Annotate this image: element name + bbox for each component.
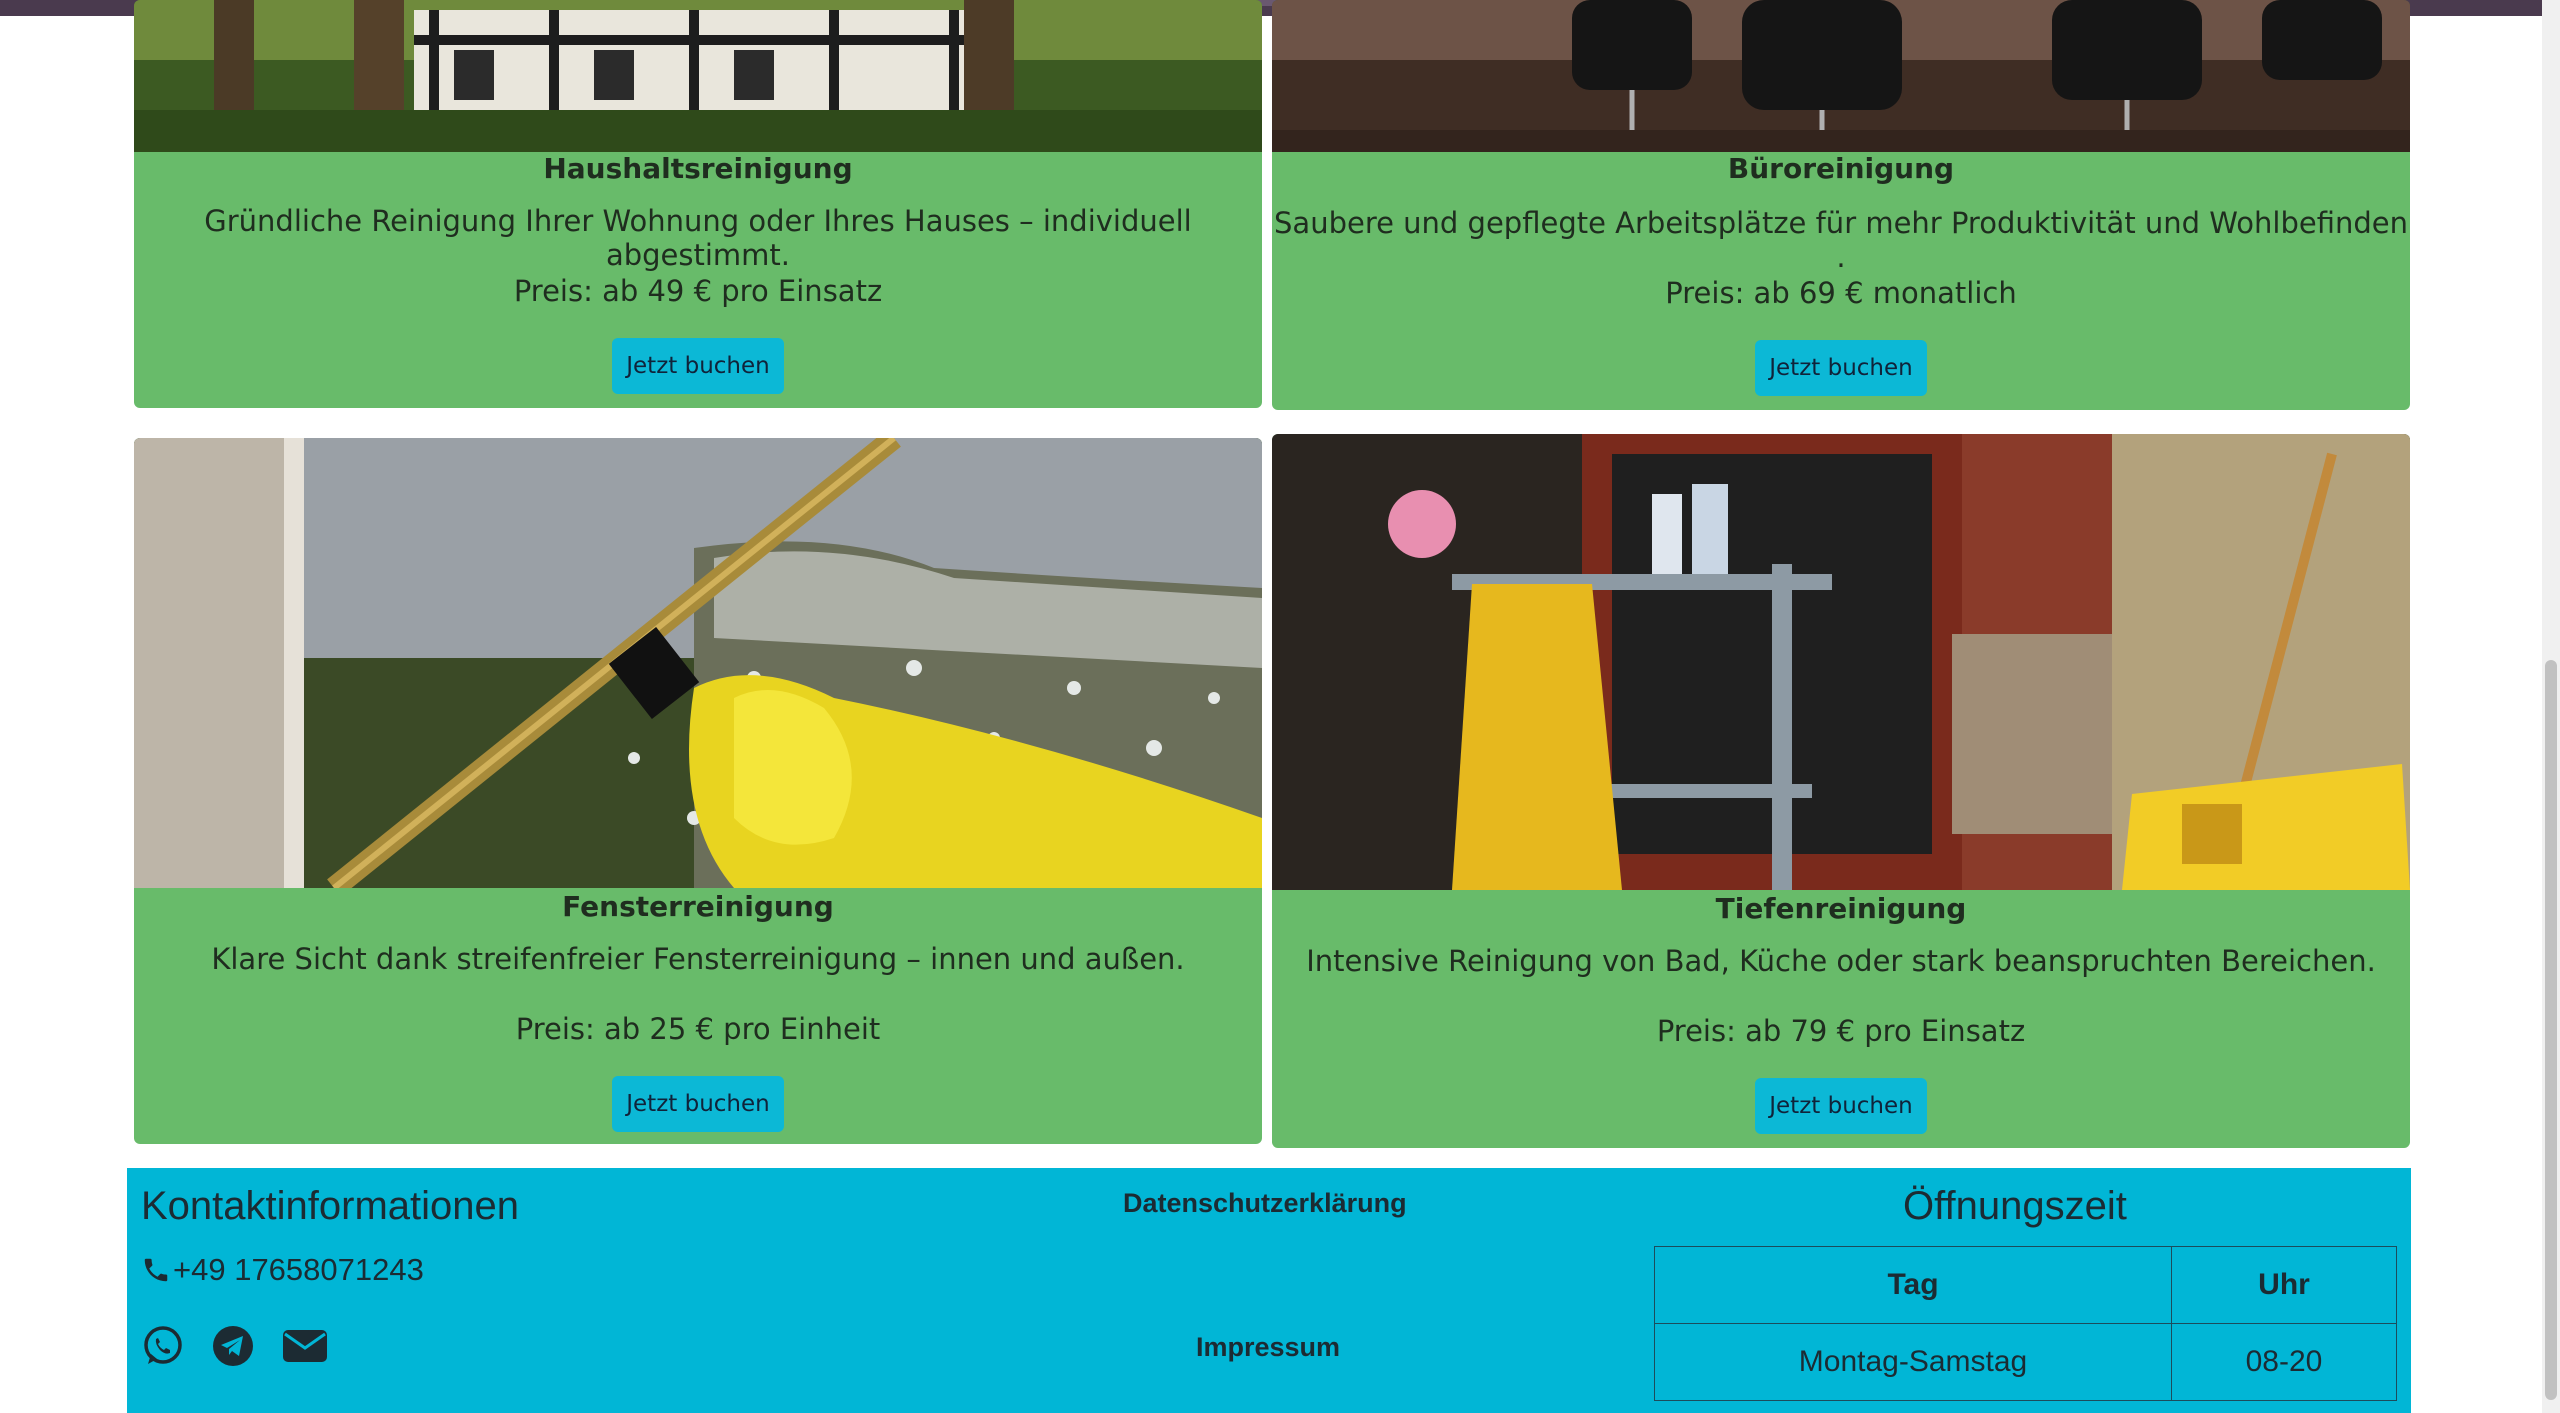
card-price: Preis: ab 25 € pro Einheit (515, 1012, 881, 1046)
cleaning-cart-image (1272, 434, 2410, 890)
book-now-button[interactable]: Jetzt buchen (1755, 340, 1927, 396)
telegram-icon[interactable] (211, 1324, 255, 1368)
card-description: Klare Sicht dank streifenfreier Fensterr… (211, 942, 1185, 976)
card-description: Gründliche Reinigung Ihrer Wohnung oder … (204, 204, 1192, 272)
contact-title: Kontaktinformationen (141, 1184, 520, 1228)
card-title: Büroreinigung (1727, 152, 1955, 185)
table-header-day: Tag (1654, 1246, 2172, 1324)
service-card-deep-cleaning: Tiefenreinigung Intensive Reinigung von … (1272, 434, 2410, 1148)
card-price: Preis: ab 79 € pro Einsatz (1656, 1014, 2026, 1048)
opening-hours-table: Tag Uhr Montag-Samstag 08-20 (1654, 1246, 2397, 1401)
email-icon[interactable] (281, 1324, 327, 1368)
service-card-household: Haushaltsreinigung Gründliche Reinigung … (134, 0, 1262, 408)
whatsapp-icon[interactable] (141, 1324, 185, 1368)
imprint-link[interactable]: Impressum (1196, 1332, 1340, 1363)
window-squeegee-image (134, 438, 1262, 888)
card-price: Preis: ab 69 € monatlich (1665, 276, 2017, 310)
card-title: Tiefenreinigung (1715, 892, 1967, 925)
table-row: Montag-Samstag 08-20 (1654, 1323, 2397, 1401)
card-description: Saubere und gepflegte Arbeitsplätze für … (1274, 206, 2408, 274)
table-header-time: Uhr (2171, 1246, 2397, 1324)
book-now-button[interactable]: Jetzt buchen (1755, 1078, 1927, 1134)
table-header-row: Tag Uhr (1654, 1246, 2397, 1324)
card-price: Preis: ab 49 € pro Einsatz (513, 274, 883, 308)
table-cell-time: 08-20 (2171, 1323, 2397, 1401)
service-card-office: Büroreinigung Saubere und gepflegte Arbe… (1272, 0, 2410, 410)
book-now-button[interactable]: Jetzt buchen (612, 338, 784, 394)
opening-hours-title: Öffnungszeit (1903, 1184, 2127, 1228)
site-footer: Kontaktinformationen +49 17658071243 Dat… (127, 1168, 2411, 1413)
table-cell-day: Montag-Samstag (1654, 1323, 2172, 1401)
card-title: Fensterreinigung (562, 890, 834, 923)
card-title: Haushaltsreinigung (543, 152, 853, 185)
office-chairs-image (1272, 0, 2410, 152)
phone-number[interactable]: +49 17658071243 (141, 1252, 424, 1288)
phone-icon (144, 1258, 168, 1282)
social-icons (141, 1324, 327, 1368)
card-description: Intensive Reinigung von Bad, Küche oder … (1306, 944, 2376, 978)
book-now-button[interactable]: Jetzt buchen (612, 1076, 784, 1132)
privacy-policy-link[interactable]: Datenschutzerklärung (1123, 1188, 1407, 1219)
phone-number-text: +49 17658071243 (173, 1252, 424, 1287)
half-timbered-house-image (134, 0, 1262, 152)
scrollbar-thumb[interactable] (2545, 660, 2557, 1400)
service-card-window: Fensterreinigung Klare Sicht dank streif… (134, 438, 1262, 1144)
